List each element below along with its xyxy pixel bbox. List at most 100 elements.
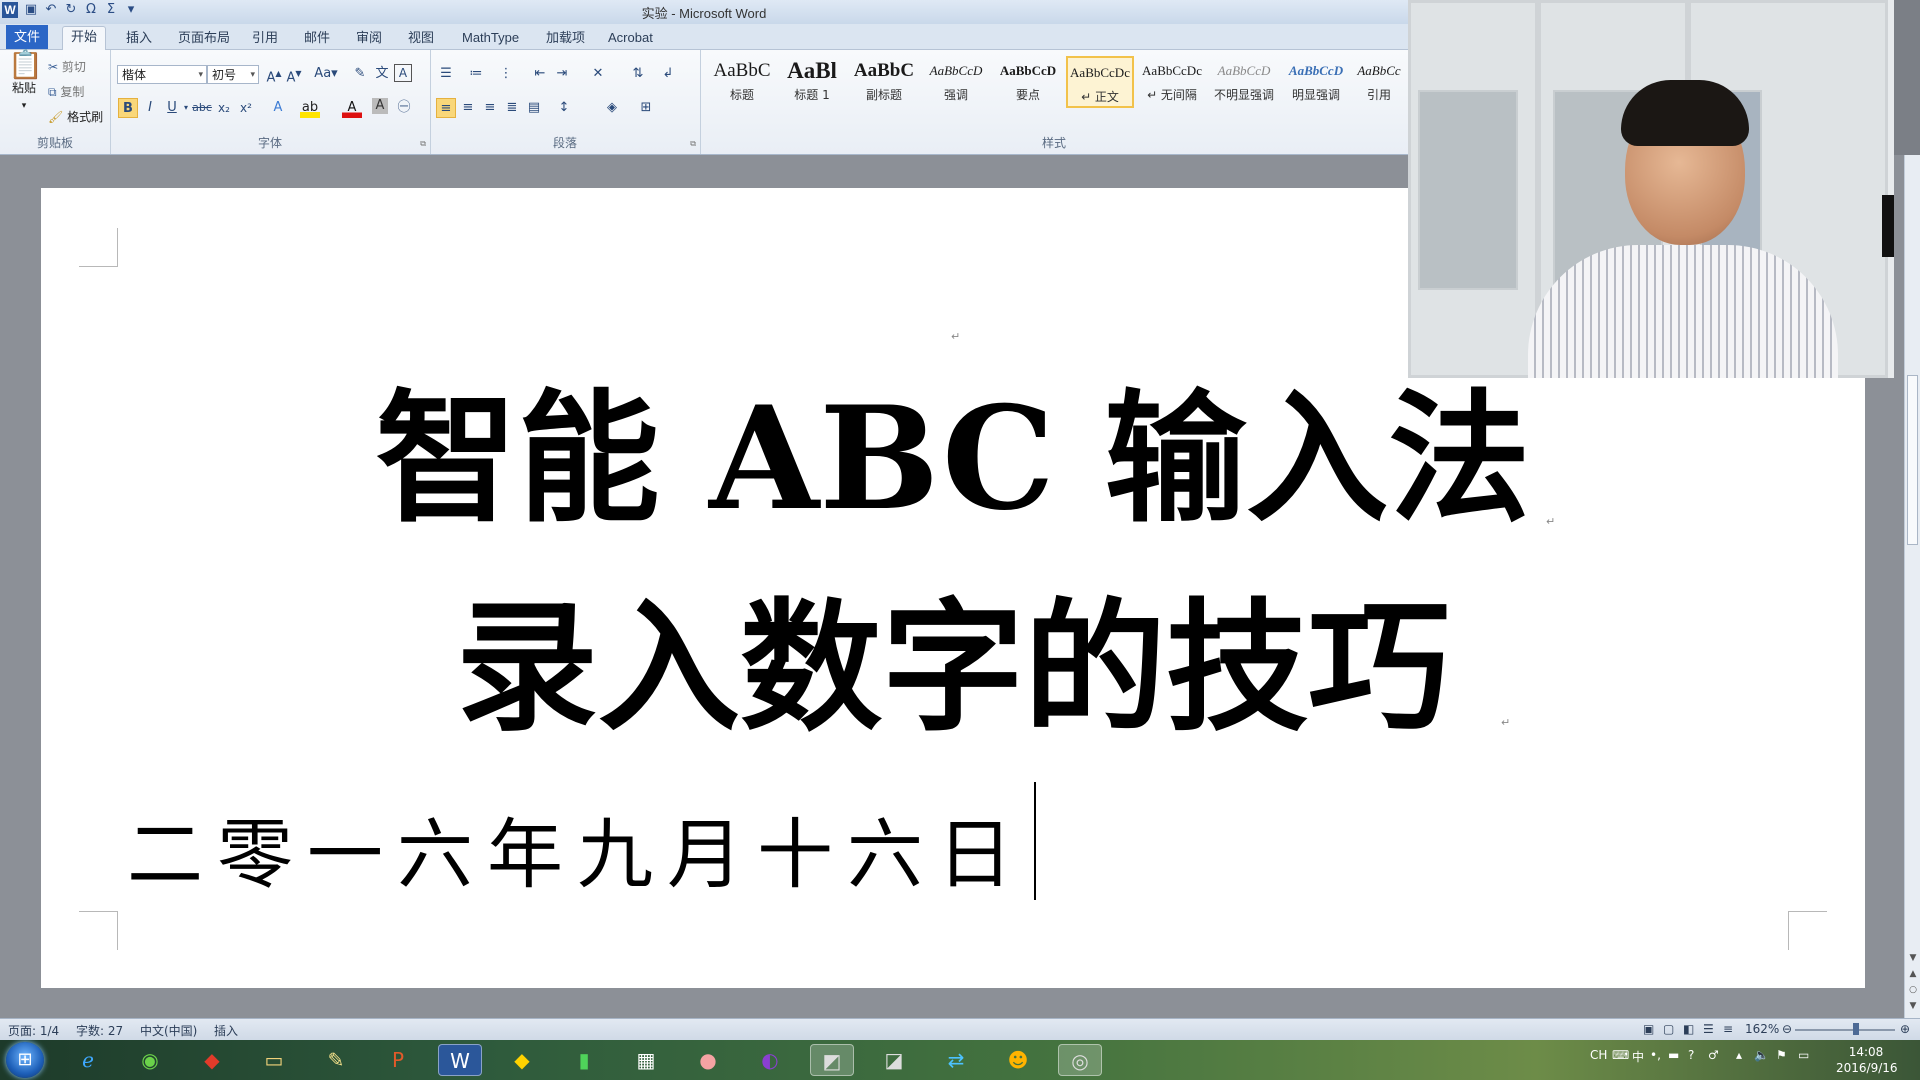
action-center-flag-icon[interactable]: ⚑	[1776, 1048, 1787, 1062]
tab-references[interactable]: 引用	[244, 28, 286, 48]
tray-language[interactable]: CH	[1590, 1048, 1607, 1062]
font-dialog-launcher-icon[interactable]: ⧉	[420, 139, 426, 149]
document-date-line[interactable]: 二零一六年九月十六日	[127, 793, 1027, 903]
tab-mathtype[interactable]: MathType	[454, 28, 527, 48]
word-taskbar-icon[interactable]: W	[438, 1044, 482, 1076]
enclose-characters-icon[interactable]: ㊀	[394, 98, 414, 118]
qq-icon[interactable]: ☻	[996, 1044, 1040, 1076]
document-title-line-1[interactable]: 智能 ABC 输入法	[41, 384, 1865, 534]
bold-button[interactable]: B	[118, 98, 138, 118]
ime-punctuation-icon[interactable]: •,	[1650, 1048, 1661, 1062]
full-screen-view-icon[interactable]: ▢	[1663, 1022, 1674, 1036]
yellow-diamond-app-icon[interactable]: ◆	[500, 1044, 544, 1076]
style-emphasis[interactable]: AaBbCcD 强调	[922, 56, 990, 108]
help-icon[interactable]: ?	[1688, 1048, 1694, 1062]
previous-page-icon[interactable]: ▲	[1905, 967, 1920, 981]
page-count[interactable]: 页面: 1/4	[8, 1022, 59, 1039]
tab-mailings[interactable]: 邮件	[296, 28, 338, 48]
align-center-button[interactable]: ≡	[458, 98, 478, 118]
decrease-indent-icon[interactable]: ⇤	[530, 64, 550, 84]
style-strong[interactable]: AaBbCcD 要点	[994, 56, 1062, 108]
style-intense-emphasis[interactable]: AaBbCcD 明显强调	[1282, 56, 1350, 108]
style-no-spacing[interactable]: AaBbCcDc ↵ 无间隔	[1138, 56, 1206, 108]
start-button[interactable]: ⊞	[6, 1042, 44, 1078]
teamviewer-icon[interactable]: ⇄	[934, 1044, 978, 1076]
zoom-out-icon[interactable]: ⊖	[1782, 1022, 1792, 1036]
tab-page-layout[interactable]: 页面布局	[170, 28, 238, 48]
line-spacing-icon[interactable]: ↕	[554, 98, 574, 118]
distributed-button[interactable]: ▤	[524, 98, 544, 118]
character-border-icon[interactable]: A	[394, 64, 412, 82]
font-size-combo[interactable]: 初号 ▾	[207, 65, 259, 84]
ime-settings-icon[interactable]: ♂	[1708, 1048, 1719, 1062]
character-shading-icon[interactable]: A	[372, 98, 388, 114]
copy-button[interactable]: ⧉ 复制	[48, 83, 84, 101]
text-effects-icon[interactable]: A	[268, 98, 288, 118]
ime-softkeyboard-icon[interactable]: ▬	[1668, 1048, 1679, 1062]
shading-icon[interactable]: ◈	[602, 98, 622, 118]
style-subtle-emphasis[interactable]: AaBbCcD 不明显强调	[1210, 56, 1278, 108]
style-quote[interactable]: AaBbCc 引用	[1350, 56, 1408, 108]
multilevel-list-icon[interactable]: ⋮	[496, 64, 516, 84]
file-explorer-icon[interactable]: ▭	[252, 1044, 296, 1076]
tray-ime-mode[interactable]: 中	[1632, 1048, 1644, 1065]
style-heading[interactable]: AaBbC 标题	[708, 56, 776, 108]
powerpoint-icon[interactable]: P	[376, 1044, 420, 1076]
tab-addins[interactable]: 加载项	[538, 28, 593, 48]
align-left-button[interactable]: ≡	[436, 98, 456, 118]
purple-app-icon[interactable]: ◐	[748, 1044, 792, 1076]
ime-icon[interactable]: ⌨	[1612, 1048, 1629, 1062]
internet-explorer-icon[interactable]: ℯ	[66, 1044, 110, 1076]
style-heading-1[interactable]: AaBl 标题 1	[778, 56, 846, 108]
tab-review[interactable]: 审阅	[348, 28, 390, 48]
word-count[interactable]: 字数: 27	[76, 1022, 123, 1039]
shrink-font-icon[interactable]: A▼	[284, 64, 304, 85]
tab-file[interactable]: 文件	[6, 25, 48, 49]
zoom-in-icon[interactable]: ⊕	[1900, 1022, 1910, 1036]
zoom-slider-thumb[interactable]	[1853, 1023, 1859, 1035]
web-layout-view-icon[interactable]: ◧	[1683, 1022, 1694, 1036]
360-browser-icon[interactable]: ◉	[128, 1044, 172, 1076]
numbering-icon[interactable]: ≔	[466, 64, 486, 84]
paragraph-dialog-launcher-icon[interactable]: ⧉	[690, 139, 696, 149]
align-right-button[interactable]: ≡	[480, 98, 500, 118]
bullets-icon[interactable]: ☰	[436, 64, 456, 84]
tab-home[interactable]: 开始	[62, 26, 107, 50]
red-app-icon[interactable]: ◆	[190, 1044, 234, 1076]
font-name-combo[interactable]: 楷体 ▾	[117, 65, 207, 84]
tab-insert[interactable]: 插入	[118, 28, 160, 48]
cut-button[interactable]: ✂ 剪切	[48, 58, 86, 76]
change-case-icon[interactable]: Aa▾	[312, 64, 340, 84]
calculator-icon[interactable]: ▦	[624, 1044, 668, 1076]
format-painter-button[interactable]: 🖌 格式刷	[48, 108, 103, 126]
chinese-layout-icon[interactable]: ✕	[588, 64, 608, 84]
green-cylinder-app-icon[interactable]: ▮	[562, 1044, 606, 1076]
camera-app-icon[interactable]: ◎	[1058, 1044, 1102, 1076]
tab-view[interactable]: 视图	[400, 28, 442, 48]
sort-icon[interactable]: ⇅	[628, 64, 648, 84]
document-title-line-2[interactable]: 录入数字的技巧	[41, 593, 1865, 743]
style-normal[interactable]: AaBbCcDc ↵ 正文	[1066, 56, 1134, 108]
grow-font-icon[interactable]: A▲	[264, 64, 284, 85]
pink-app-icon[interactable]: ●	[686, 1044, 730, 1076]
paste-button[interactable]: 📋 粘贴 ▾	[8, 51, 43, 115]
sticky-notes-icon[interactable]: ✎	[314, 1044, 358, 1076]
strikethrough-button[interactable]: abc	[192, 98, 212, 118]
italic-button[interactable]: I	[140, 98, 160, 118]
font-color-icon[interactable]: A	[342, 98, 362, 118]
superscript-button[interactable]: x²	[236, 98, 256, 118]
highlight-color-icon[interactable]: ab	[300, 98, 320, 118]
tab-acrobat[interactable]: Acrobat	[600, 28, 661, 48]
increase-indent-icon[interactable]: ⇥	[552, 64, 572, 84]
next-page-icon[interactable]: ▼	[1905, 999, 1920, 1013]
print-layout-view-icon[interactable]: ▣	[1643, 1022, 1654, 1036]
borders-icon[interactable]: ⊞	[636, 98, 656, 118]
network-icon[interactable]: ▭	[1798, 1048, 1809, 1062]
show-formatting-marks-icon[interactable]: ↲	[658, 64, 678, 84]
language-indicator[interactable]: 中文(中国)	[140, 1022, 197, 1039]
tool-app-icon[interactable]: ◪	[872, 1044, 916, 1076]
clear-formatting-icon[interactable]: ✎	[350, 64, 370, 84]
scroll-down-icon[interactable]: ▼	[1905, 951, 1920, 965]
zoom-slider[interactable]	[1795, 1029, 1895, 1031]
zoom-level[interactable]: 162%	[1745, 1022, 1779, 1036]
